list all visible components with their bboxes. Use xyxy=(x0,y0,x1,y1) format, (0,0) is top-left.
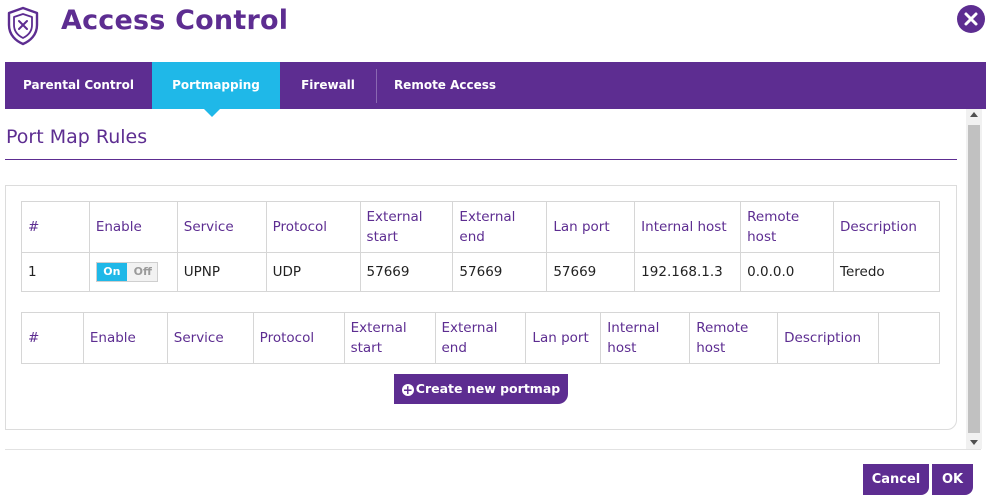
col-header: Service xyxy=(176,201,267,253)
tab-bar: Parental Control Portmapping Firewall Re… xyxy=(5,62,986,109)
cell-external-start: 57669 xyxy=(359,252,454,292)
tab-firewall[interactable]: Firewall xyxy=(280,62,376,109)
col-header: External end xyxy=(452,201,548,253)
col-header: Service xyxy=(166,312,254,364)
cell-enable: On Off xyxy=(88,252,178,292)
table-header-row: # Enable Service Protocol External start… xyxy=(21,312,940,364)
cell-lan-port: 57669 xyxy=(546,252,636,292)
tab-label: Remote Access xyxy=(393,78,497,92)
col-header: # xyxy=(21,201,90,253)
table-row[interactable]: 1 On Off UPNP UDP 57669 57669 57669 192.… xyxy=(21,252,940,292)
col-header: Remote host xyxy=(689,312,779,364)
col-header: Enable xyxy=(82,312,168,364)
close-button[interactable] xyxy=(957,5,985,33)
create-new-portmap-button[interactable]: + Create new portmap xyxy=(394,374,568,404)
col-header-actions xyxy=(878,312,940,364)
col-header: Enable xyxy=(88,201,178,253)
col-header: Internal host xyxy=(600,312,691,364)
cell-external-end: 57669 xyxy=(452,252,548,292)
new-portmap-table: # Enable Service Protocol External start… xyxy=(21,312,940,364)
cell-num: 1 xyxy=(21,252,90,292)
footer-divider xyxy=(5,449,981,450)
cell-internal-host: 192.168.1.3 xyxy=(634,252,742,292)
col-header: Protocol xyxy=(252,312,345,364)
toggle-on-label: On xyxy=(96,263,127,281)
cell-description: Teredo xyxy=(833,252,940,292)
table-header-row: # Enable Service Protocol External start… xyxy=(21,201,940,253)
portmap-rules-table: # Enable Service Protocol External start… xyxy=(21,201,940,292)
cancel-button[interactable]: Cancel xyxy=(863,464,929,495)
cell-service: UPNP xyxy=(176,252,267,292)
col-header: Lan port xyxy=(546,201,636,253)
tab-portmapping[interactable]: Portmapping xyxy=(152,62,280,109)
shield-x-icon xyxy=(7,6,39,46)
ok-button[interactable]: OK xyxy=(932,464,973,495)
col-header: Internal host xyxy=(634,201,742,253)
col-header: Description xyxy=(777,312,880,364)
enable-toggle[interactable]: On Off xyxy=(95,262,158,282)
col-header: Description xyxy=(833,201,940,253)
scroll-thumb[interactable] xyxy=(968,125,980,433)
vertical-scrollbar[interactable] xyxy=(966,109,982,449)
plus-circle-icon: + xyxy=(401,383,414,397)
scroll-up-arrow-icon[interactable] xyxy=(970,112,978,117)
col-header: Protocol xyxy=(265,201,361,253)
tab-label: Portmapping xyxy=(172,78,260,92)
scroll-down-arrow-icon[interactable] xyxy=(970,440,978,445)
tab-label: Firewall xyxy=(301,78,355,92)
create-button-label: Create new portmap xyxy=(415,381,561,396)
section-divider xyxy=(5,159,957,160)
section-title: Port Map Rules xyxy=(6,126,148,148)
cell-remote-host: 0.0.0.0 xyxy=(740,252,834,292)
col-header: External start xyxy=(343,312,436,364)
tab-label: Parental Control xyxy=(23,78,134,92)
col-header: Lan port xyxy=(525,312,602,364)
col-header: External start xyxy=(359,201,454,253)
tab-parental-control[interactable]: Parental Control xyxy=(5,62,152,109)
col-header: Remote host xyxy=(740,201,834,253)
cell-protocol: UDP xyxy=(265,252,361,292)
tab-remote-access[interactable]: Remote Access xyxy=(377,62,513,109)
close-icon xyxy=(964,12,978,26)
dialog-header: Access Control xyxy=(0,0,986,62)
active-tab-indicator xyxy=(203,108,221,117)
col-header: External end xyxy=(434,312,527,364)
dialog-title: Access Control xyxy=(61,5,289,36)
col-header: # xyxy=(21,312,84,364)
toggle-off-label: Off xyxy=(133,265,152,278)
